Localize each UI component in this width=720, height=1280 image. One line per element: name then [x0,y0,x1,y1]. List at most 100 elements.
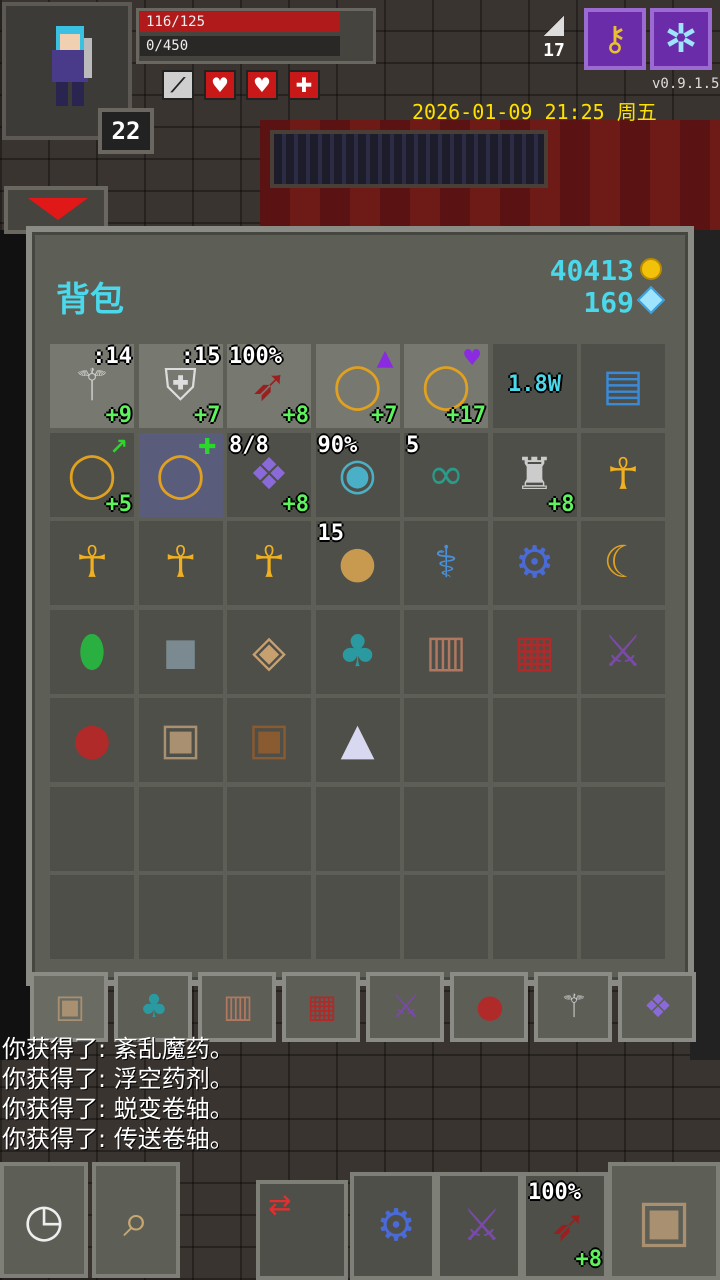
ring-status-icon: ♥ [462,346,482,371]
quickslot[interactable]: ⚙ [350,1172,436,1280]
inventory-slot[interactable]: ◯ +17 ♥ [404,344,488,428]
sword-icon[interactable]: ⟋ [162,70,194,100]
empty-slot[interactable] [404,698,488,782]
inventory-slot[interactable]: ⚔ [581,609,665,694]
dark-wall-right [690,230,720,1060]
seed-bag-icon: ♣ [337,625,378,677]
backpack-icon: ▣ [159,714,202,765]
journal-key-button[interactable]: ⚷ [584,8,646,70]
inventory-slot[interactable]: ☥ [581,432,665,517]
bag-tab[interactable]: ⚔ [366,972,444,1042]
bag-tab[interactable]: ● [450,972,528,1042]
inventory-slot[interactable]: ∞ 5 [404,432,488,517]
inventory-slot[interactable]: ◯ ✚ [138,432,223,517]
empty-slot[interactable] [581,786,665,871]
inventory-slot[interactable]: ◉ 90% [315,432,400,517]
inventory-slot[interactable]: ☥ [227,521,311,605]
empty-slot[interactable] [492,786,577,871]
ankh-icon: ☥ [606,448,640,500]
ring-status-icon: ▲ [376,346,394,371]
version-label: v0.9.1.5 [652,76,720,92]
wait-button[interactable]: ◷ [0,1162,88,1278]
inventory-slot[interactable]: ♣ [315,609,400,694]
inventory-slot[interactable]: ♜ +8 [492,432,577,517]
inventory-slot[interactable]: ● [50,698,134,782]
log-line: 你获得了: 蜕变卷轴。 [2,1095,234,1123]
inventory-slot[interactable]: ▤ [581,344,665,428]
empty-slot[interactable] [581,698,665,782]
empty-slot[interactable] [404,786,488,871]
empty-slot[interactable] [492,875,577,959]
bag-tab[interactable]: ▣ [30,972,108,1042]
inventory-slot[interactable]: ◯ +7 ▲ [315,344,400,428]
swap-icon: ⇄ [268,1188,292,1221]
item-charge-label: 100% [229,344,282,369]
swap-quickslot-button[interactable]: ⇄ [256,1180,348,1280]
compass-icon: ◈ [252,625,286,677]
inventory-slot[interactable]: ▣ [138,698,223,782]
inventory-slot[interactable]: ▥ [404,609,488,694]
inventory-slot[interactable]: ☥ [138,521,223,605]
inventory-slot[interactable]: ❖ 8/8 +8 [227,432,311,517]
empty-slot[interactable] [315,875,400,959]
empty-slot[interactable] [227,786,311,871]
empty-slot[interactable] [50,786,134,871]
bag-tab[interactable]: ▥ [198,972,276,1042]
quickslot[interactable]: ➶ 100% +8 [522,1172,608,1280]
depth-value: 17 [543,40,565,61]
search-button[interactable]: ⌕ [92,1162,180,1278]
inventory-slot[interactable]: ⚚:14 +9 [50,344,134,428]
empty-slot[interactable] [315,786,400,871]
empty-slot[interactable] [138,786,223,871]
heart-icon[interactable]: ♥ [246,70,278,100]
wand-holster-icon: ⚔ [603,625,643,677]
quickslot[interactable]: ⚔ [436,1172,522,1280]
empty-slot[interactable] [227,875,311,959]
bag-tab[interactable]: ♣ [114,972,192,1042]
bag-tab[interactable]: ❖ [618,972,696,1042]
item-upgrade-label: +5 [105,491,133,517]
empty-slot[interactable] [50,875,134,959]
inventory-slot[interactable]: ☥ [50,521,134,605]
heart-icon[interactable]: ♥ [204,70,236,100]
inventory-slot[interactable]: ◼ [138,609,223,694]
inventory-slot[interactable]: ▲ [315,698,400,782]
inventory-slot[interactable]: ▦ [492,609,577,694]
stone-stack-icon: ▤ [602,360,644,411]
inventory-slot[interactable]: ⛨:15 +7 [138,344,223,428]
inventory-slot[interactable]: ☾ [581,521,665,605]
inventory-slot[interactable]: ● 15 [315,521,400,605]
item-durability-label: :14 [92,344,132,369]
magnifier-icon: ⌕ [123,1193,149,1247]
backpack-tab-icon: ▣ [54,987,86,1025]
inventory-slot[interactable]: 1.8W [492,344,577,428]
clock-icon: ◷ [23,1193,65,1247]
empty-slot[interactable] [581,875,665,959]
item-upgrade-label: +8 [548,491,575,517]
inventory-slot[interactable]: ▣ [227,698,311,782]
bag-tab[interactable]: ⚚ [534,972,612,1042]
xp-bar: 0/450 [140,36,340,56]
empty-slot[interactable] [404,875,488,959]
inventory-slot[interactable]: ◯ +5 ↗ [50,432,134,517]
inventory-slot[interactable]: ➶ 100% +8 [227,344,311,428]
bag-tab[interactable]: ▦ [282,972,360,1042]
empty-slot[interactable] [492,698,577,782]
settings-menu-button[interactable]: ✲ [650,8,712,70]
wand-tab-icon: ⚚ [559,987,589,1025]
inventory-slot[interactable]: ⚙ [492,521,577,605]
inventory-button[interactable]: ▣ [608,1162,720,1280]
inventory-slot[interactable]: ◈ [227,609,311,694]
log-line: 你获得了: 浮空药剂。 [2,1065,234,1093]
shield-icon[interactable]: ✚ [288,70,320,100]
wand-holster-icon: ⚔ [462,1200,502,1251]
empty-slot[interactable] [138,875,223,959]
depth-indicator[interactable]: 17 [534,16,574,70]
inventory-slot[interactable]: ⚕ [404,521,488,605]
inventory-slot[interactable]: ⬮ [50,609,134,694]
item-upgrade-label: +8 [282,403,310,428]
ring-status-icon: ✚ [198,434,217,460]
chain-icon: ∞ [427,448,465,500]
item-charge-label: 5 [406,432,420,458]
ankh-icon: ☥ [164,537,197,588]
